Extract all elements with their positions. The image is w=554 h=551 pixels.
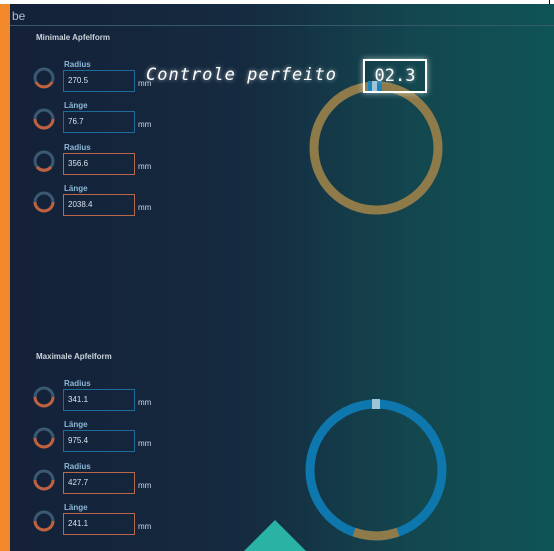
accent-bar [0,4,10,551]
radius-input[interactable]: 356.6 [63,153,135,175]
field-row: Radius 341.1 mm [32,379,172,419]
section-title-max: Maximale Apfelform [36,352,112,361]
apple-shape-ring-min [309,81,443,215]
ring-gauge-icon [33,191,55,213]
field-label: Radius [64,143,91,152]
field-label: Länge [64,503,88,512]
control-overlay: Controle perfeito 02.3 [146,59,436,93]
control-label: Controle perfeito [146,65,337,85]
field-label: Radius [64,462,91,471]
field-row: Radius 356.6 mm [32,143,172,183]
field-row: Länge 241.1 mm [32,503,172,543]
unit-label: mm [138,481,152,490]
field-label: Länge [64,184,88,193]
ring-gauge-icon [33,150,55,172]
length-input[interactable]: 2038.4 [63,194,135,216]
length-input[interactable]: 241.1 [63,513,135,535]
radius-input[interactable]: 341.1 [63,389,135,411]
field-label: Länge [64,101,88,110]
radius-input[interactable]: 427.7 [63,472,135,494]
field-row: Länge 76.7 mm [32,101,172,141]
control-value-box: 02.3 [363,59,427,93]
field-row: Radius 427.7 mm [32,462,172,502]
unit-label: mm [138,439,152,448]
section-title-min: Minimale Apfelform [36,33,110,42]
triangle-icon[interactable] [244,520,306,551]
ring-gauge-icon [33,386,55,408]
field-row: Länge 2038.4 mm [32,184,172,224]
apple-shape-ring-max [305,399,447,541]
ring-gauge-icon [33,510,55,532]
field-label: Radius [64,379,91,388]
unit-label: mm [138,162,152,171]
unit-label: mm [138,398,152,407]
app-window: be Minimale Apfelform Radius 270.5 mm Lä… [0,4,554,551]
ring-gauge-icon [33,469,55,491]
field-row: Länge 975.4 mm [32,420,172,460]
window-title: be [12,9,26,23]
unit-label: mm [138,203,152,212]
ring-gauge-icon [33,108,55,130]
field-label: Radius [64,60,91,69]
field-label: Länge [64,420,88,429]
length-input[interactable]: 76.7 [63,111,135,133]
ring-gauge-icon [33,427,55,449]
ring-gauge-icon [33,67,55,89]
screen-frame: be Minimale Apfelform Radius 270.5 mm Lä… [0,0,554,551]
length-input[interactable]: 975.4 [63,430,135,452]
top-bar: be [10,4,554,26]
radius-input[interactable]: 270.5 [63,70,135,92]
unit-label: mm [138,120,152,129]
unit-label: mm [138,522,152,531]
